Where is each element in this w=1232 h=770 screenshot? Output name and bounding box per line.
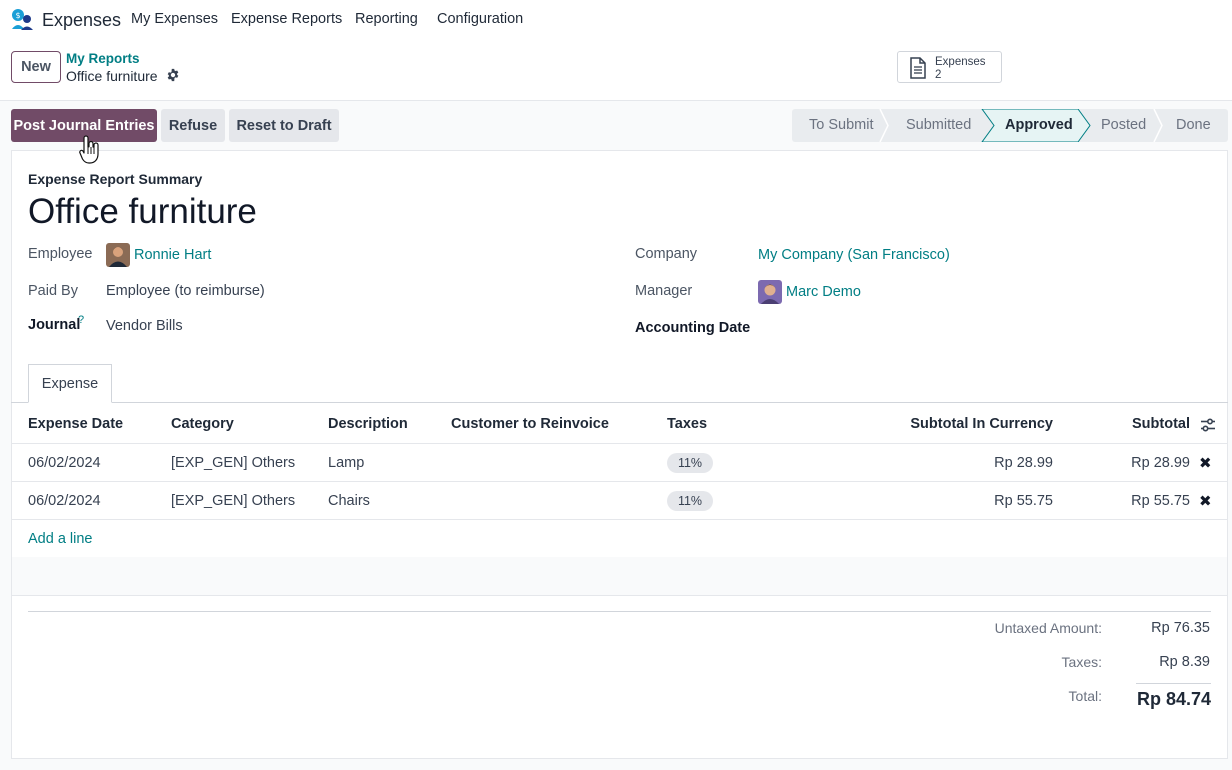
menu-reporting[interactable]: Reporting bbox=[355, 11, 418, 27]
manager-label: Manager bbox=[635, 283, 693, 299]
col-subtotal-in-currency[interactable]: Subtotal In Currency bbox=[873, 416, 1053, 432]
stat-button-label: Expenses bbox=[935, 56, 986, 68]
app-name[interactable]: Expenses bbox=[42, 10, 121, 31]
menu-configuration[interactable]: Configuration bbox=[437, 11, 523, 27]
total-label: Total: bbox=[1068, 688, 1102, 704]
expenses-stat-button[interactable]: Expenses 2 bbox=[897, 51, 1002, 83]
taxes-label: Taxes: bbox=[1061, 654, 1102, 670]
row-description: Chairs bbox=[328, 493, 370, 509]
expenses-app-icon[interactable]: $ bbox=[10, 8, 34, 30]
tax-badge: 11% bbox=[667, 453, 713, 473]
empty-table-row bbox=[12, 557, 1227, 595]
col-subtotal[interactable]: Subtotal bbox=[1080, 416, 1190, 432]
row-date: 06/02/2024 bbox=[28, 493, 101, 509]
total-separator bbox=[1136, 683, 1211, 684]
untaxed-amount-label: Untaxed Amount: bbox=[994, 620, 1102, 636]
company-field[interactable]: My Company (San Francisco) bbox=[758, 247, 950, 263]
new-button[interactable]: New bbox=[11, 51, 61, 83]
row-subtotal-currency: Rp 28.99 bbox=[994, 455, 1053, 471]
stage-done[interactable]: Done bbox=[1176, 109, 1211, 142]
row-divider bbox=[12, 481, 1227, 482]
row-divider bbox=[12, 519, 1227, 520]
col-expense-date[interactable]: Expense Date bbox=[28, 416, 123, 432]
manager-field[interactable]: Marc Demo bbox=[786, 284, 861, 300]
employee-field[interactable]: Ronnie Hart bbox=[134, 247, 211, 263]
journal-field[interactable]: Vendor Bills bbox=[106, 318, 183, 334]
paid-by-field[interactable]: Employee (to reimburse) bbox=[106, 283, 265, 299]
form-subtitle: Expense Report Summary bbox=[28, 171, 203, 187]
row-subtotal-currency: Rp 55.75 bbox=[994, 493, 1053, 509]
journal-label: Journal bbox=[28, 317, 81, 333]
manager-avatar bbox=[758, 280, 782, 304]
row-description: Lamp bbox=[328, 455, 365, 471]
tab-expense[interactable]: Expense bbox=[28, 364, 112, 403]
delete-row-icon[interactable]: ✖ bbox=[1199, 454, 1212, 472]
delete-row-icon[interactable]: ✖ bbox=[1199, 492, 1212, 510]
totals-divider bbox=[28, 611, 1211, 612]
total-value: Rp 84.74 bbox=[1136, 689, 1211, 709]
menu-expense-reports[interactable]: Expense Reports bbox=[231, 11, 342, 27]
status-bar: To Submit Submitted Approved Posted Done bbox=[792, 109, 1228, 142]
stat-button-count: 2 bbox=[935, 69, 942, 81]
row-category: [EXP_GEN] Others bbox=[171, 455, 296, 471]
svg-text:$: $ bbox=[15, 11, 20, 20]
row-subtotal: Rp 28.99 bbox=[1131, 455, 1190, 471]
untaxed-amount-value: Rp 76.35 bbox=[1151, 620, 1210, 636]
accounting-date-label: Accounting Date bbox=[635, 320, 751, 336]
stage-submitted[interactable]: Submitted bbox=[906, 109, 971, 142]
breadcrumb-current: Office furniture bbox=[66, 68, 158, 84]
stage-approved[interactable]: Approved bbox=[1005, 109, 1073, 142]
column-settings-icon[interactable] bbox=[1200, 417, 1216, 433]
header-divider bbox=[12, 443, 1227, 444]
breadcrumb-my-reports[interactable]: My Reports bbox=[66, 51, 140, 66]
stage-posted[interactable]: Posted bbox=[1101, 109, 1146, 142]
col-customer-to-reinvoice[interactable]: Customer to Reinvoice bbox=[451, 416, 609, 432]
col-category[interactable]: Category bbox=[171, 416, 234, 432]
stage-to-submit[interactable]: To Submit bbox=[809, 109, 873, 142]
row-date: 06/02/2024 bbox=[28, 455, 101, 471]
report-title[interactable]: Office furniture bbox=[28, 192, 257, 232]
refuse-button[interactable]: Refuse bbox=[161, 109, 225, 142]
menu-my-expenses[interactable]: My Expenses bbox=[131, 11, 218, 27]
company-label: Company bbox=[635, 246, 698, 262]
col-taxes[interactable]: Taxes bbox=[667, 416, 707, 432]
row-divider bbox=[12, 595, 1227, 596]
tax-badge: 11% bbox=[667, 491, 713, 511]
row-category: [EXP_GEN] Others bbox=[171, 493, 296, 509]
top-navbar: $ Expenses My Expenses Expense Reports R… bbox=[0, 0, 1232, 40]
taxes-value: Rp 8.39 bbox=[1159, 654, 1210, 670]
document-icon bbox=[910, 57, 926, 79]
employee-avatar bbox=[106, 243, 130, 267]
gear-icon[interactable] bbox=[166, 68, 180, 82]
reset-to-draft-button[interactable]: Reset to Draft bbox=[229, 109, 339, 142]
add-a-line-link[interactable]: Add a line bbox=[28, 531, 93, 547]
tab-divider bbox=[11, 402, 1228, 403]
employee-label: Employee bbox=[28, 246, 93, 262]
hand-cursor-icon bbox=[79, 135, 99, 164]
row-subtotal: Rp 55.75 bbox=[1131, 493, 1190, 509]
col-description[interactable]: Description bbox=[328, 416, 408, 432]
paid-by-label: Paid By bbox=[28, 283, 78, 299]
journal-help-icon[interactable]: ? bbox=[78, 314, 84, 326]
